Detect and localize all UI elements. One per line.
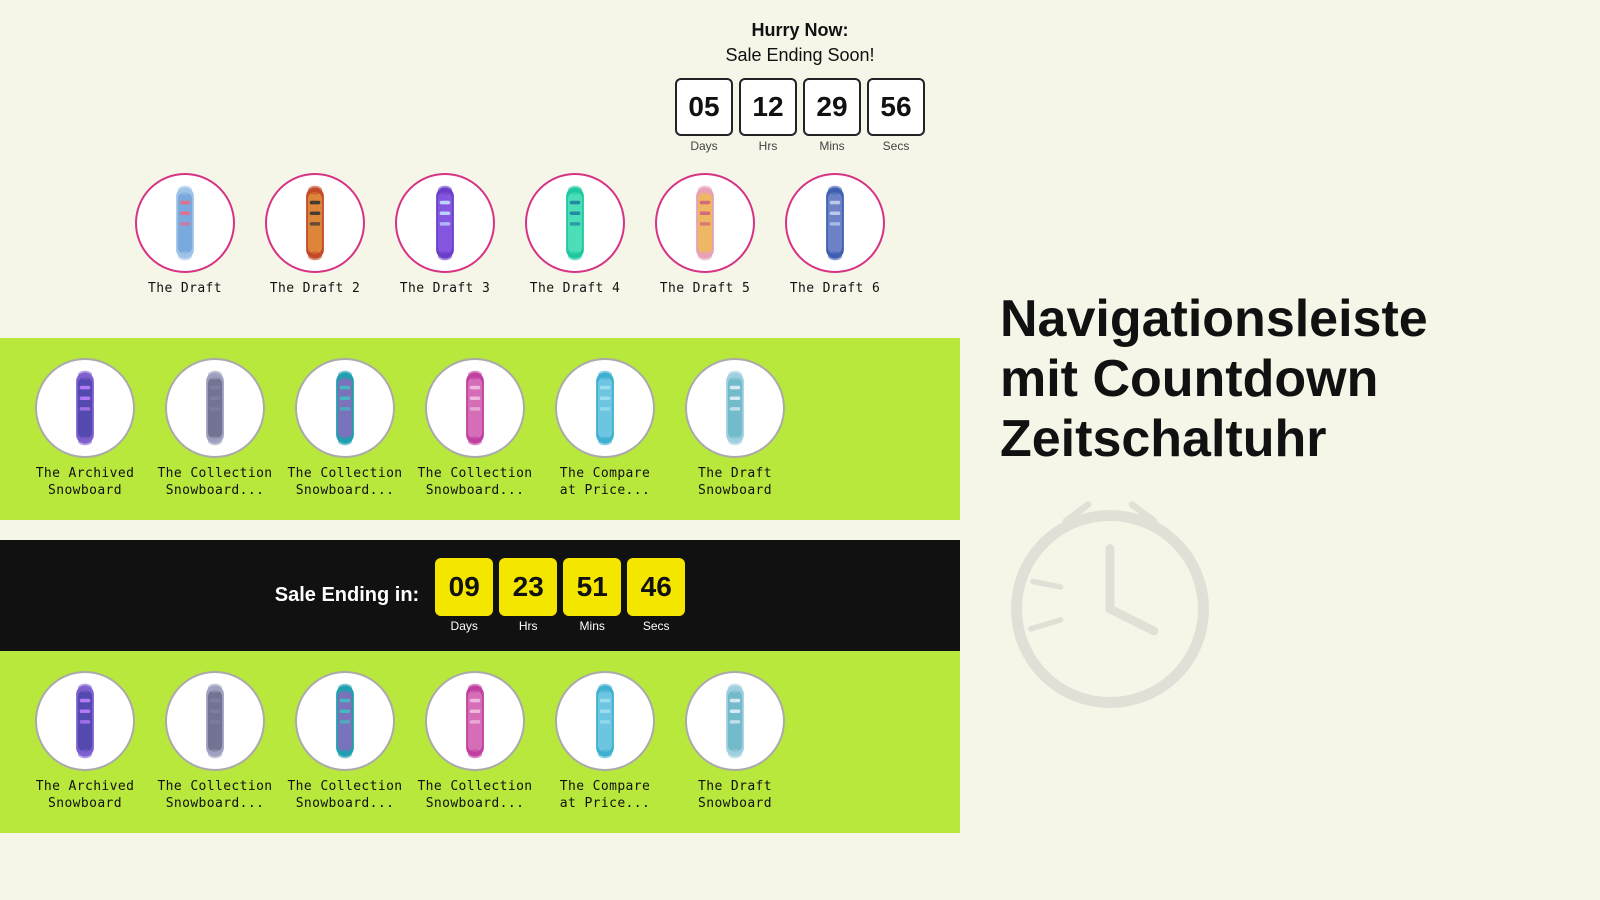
product-circle-name-4: The Draft 5: [660, 281, 750, 298]
mins-unit: 29 Mins: [803, 78, 861, 153]
bottom-countdown-row: 09 Days 23 Hrs 51 Mins 46 Secs: [435, 558, 685, 633]
right-panel: Navigationsleiste mit Countdown Zeitscha…: [1000, 290, 1550, 719]
product-circle-img-0: [135, 173, 235, 273]
b-mins-unit: 51 Mins: [563, 558, 621, 633]
hrs-label: Hrs: [759, 139, 778, 153]
product-circle-img-5: [685, 358, 785, 458]
product-circle-item-0[interactable]: The Archived Snowboard: [20, 358, 150, 500]
product-circle-item-0[interactable]: The Archived Snowboard: [20, 671, 150, 813]
product-circle-item-2[interactable]: The Collection Snowboard...: [280, 358, 410, 500]
product-circle-name-0: The Draft: [148, 281, 222, 298]
product-circle-img-5: [785, 173, 885, 273]
product-circle-item-5[interactable]: The Draft Snowboard: [670, 671, 800, 813]
product-circle-item-4[interactable]: The Draft 5: [640, 173, 770, 298]
product-circle-item-3[interactable]: The Collection Snowboard...: [410, 358, 540, 500]
b-mins-label: Mins: [580, 619, 605, 633]
days-label: Days: [690, 139, 717, 153]
product-circle-item-3[interactable]: The Draft 4: [510, 173, 640, 298]
product-circle-img-3: [425, 358, 525, 458]
b-hrs-label: Hrs: [519, 619, 538, 633]
mins-box: 29: [803, 78, 861, 136]
product-circle-name-3: The Collection Snowboard...: [417, 779, 532, 813]
top-countdown-row: 05 Days 12 Hrs 29 Mins 56 Secs: [675, 78, 925, 153]
product-circle-name-3: The Draft 4: [530, 281, 620, 298]
hurry-text: Hurry Now: Sale Ending Soon!: [725, 18, 874, 68]
title-line2: mit Countdown: [1000, 350, 1378, 408]
bottom-green-band: The Archived Snowboard The Collection Sn…: [0, 651, 960, 833]
product-circle-name-2: The Collection Snowboard...: [287, 779, 402, 813]
product-circle-name-5: The Draft 6: [790, 281, 880, 298]
mins-label: Mins: [819, 139, 844, 153]
b-secs-label: Secs: [643, 619, 670, 633]
product-circle-name-2: The Collection Snowboard...: [287, 466, 402, 500]
product-circle-name-2: The Draft 3: [400, 281, 490, 298]
product-circle-img-4: [555, 671, 655, 771]
product-circle-item-3[interactable]: The Collection Snowboard...: [410, 671, 540, 813]
product-circle-item-1[interactable]: The Collection Snowboard...: [150, 358, 280, 500]
product-circle-img-3: [425, 671, 525, 771]
sale-ending-label: Sale Ending in:: [275, 584, 419, 607]
b-hrs-box: 23: [499, 558, 557, 616]
middle-green-band: The Archived Snowboard The Collection Sn…: [0, 338, 960, 520]
b-hrs-unit: 23 Hrs: [499, 558, 557, 633]
product-circle-name-5: The Draft Snowboard: [698, 466, 772, 500]
product-circle-img-5: [685, 671, 785, 771]
product-circle-name-1: The Collection Snowboard...: [157, 779, 272, 813]
black-banner-section: Sale Ending in: 09 Days 23 Hrs 51 Mins 4…: [0, 540, 960, 833]
top-product-circles: The Draft The Draft 2 The Draft 3: [0, 163, 1600, 308]
b-secs-box: 46: [627, 558, 685, 616]
product-circle-img-0: [35, 358, 135, 458]
clock-icon-area: [1000, 499, 1550, 719]
product-circle-item-0[interactable]: The Draft: [120, 173, 250, 298]
hrs-box: 12: [739, 78, 797, 136]
product-circle-item-5[interactable]: The Draft 6: [770, 173, 900, 298]
days-box: 05: [675, 78, 733, 136]
product-circle-name-1: The Collection Snowboard...: [157, 466, 272, 500]
product-circle-item-1[interactable]: The Collection Snowboard...: [150, 671, 280, 813]
b-secs-unit: 46 Secs: [627, 558, 685, 633]
product-circle-img-2: [395, 173, 495, 273]
product-circle-name-4: The Compare at Price...: [560, 466, 650, 500]
product-circle-name-1: The Draft 2: [270, 281, 360, 298]
secs-unit: 56 Secs: [867, 78, 925, 153]
secs-box: 56: [867, 78, 925, 136]
main-title: Navigationsleiste mit Countdown Zeitscha…: [1000, 290, 1550, 469]
product-circle-name-0: The Archived Snowboard: [36, 779, 135, 813]
product-circle-img-1: [165, 671, 265, 771]
product-circle-name-5: The Draft Snowboard: [698, 779, 772, 813]
product-circle-item-4[interactable]: The Compare at Price...: [540, 671, 670, 813]
product-circle-item-2[interactable]: The Collection Snowboard...: [280, 671, 410, 813]
product-circle-name-3: The Collection Snowboard...: [417, 466, 532, 500]
days-unit: 05 Days: [675, 78, 733, 153]
hrs-unit: 12 Hrs: [739, 78, 797, 153]
top-countdown-section: Hurry Now: Sale Ending Soon! 05 Days 12 …: [0, 0, 1600, 163]
secs-label: Secs: [883, 139, 910, 153]
clock-icon: [1000, 499, 1220, 719]
title-line3: Zeitschaltuhr: [1000, 410, 1327, 468]
product-circle-item-1[interactable]: The Draft 2: [250, 173, 380, 298]
hurry-line2: Sale Ending Soon!: [725, 45, 874, 65]
product-circle-img-1: [165, 358, 265, 458]
product-circle-img-1: [265, 173, 365, 273]
product-circle-img-2: [295, 671, 395, 771]
product-circle-name-0: The Archived Snowboard: [36, 466, 135, 500]
title-line1: Navigationsleiste: [1000, 290, 1428, 348]
b-mins-box: 51: [563, 558, 621, 616]
product-circle-item-5[interactable]: The Draft Snowboard: [670, 358, 800, 500]
b-days-unit: 09 Days: [435, 558, 493, 633]
black-banner: Sale Ending in: 09 Days 23 Hrs 51 Mins 4…: [0, 540, 960, 651]
product-circle-img-4: [655, 173, 755, 273]
product-circle-img-0: [35, 671, 135, 771]
hurry-line1: Hurry Now:: [751, 20, 848, 40]
product-circle-img-4: [555, 358, 655, 458]
product-circle-item-2[interactable]: The Draft 3: [380, 173, 510, 298]
b-days-box: 09: [435, 558, 493, 616]
product-circle-img-3: [525, 173, 625, 273]
product-circle-name-4: The Compare at Price...: [560, 779, 650, 813]
b-days-label: Days: [451, 619, 478, 633]
product-circle-item-4[interactable]: The Compare at Price...: [540, 358, 670, 500]
product-circle-img-2: [295, 358, 395, 458]
